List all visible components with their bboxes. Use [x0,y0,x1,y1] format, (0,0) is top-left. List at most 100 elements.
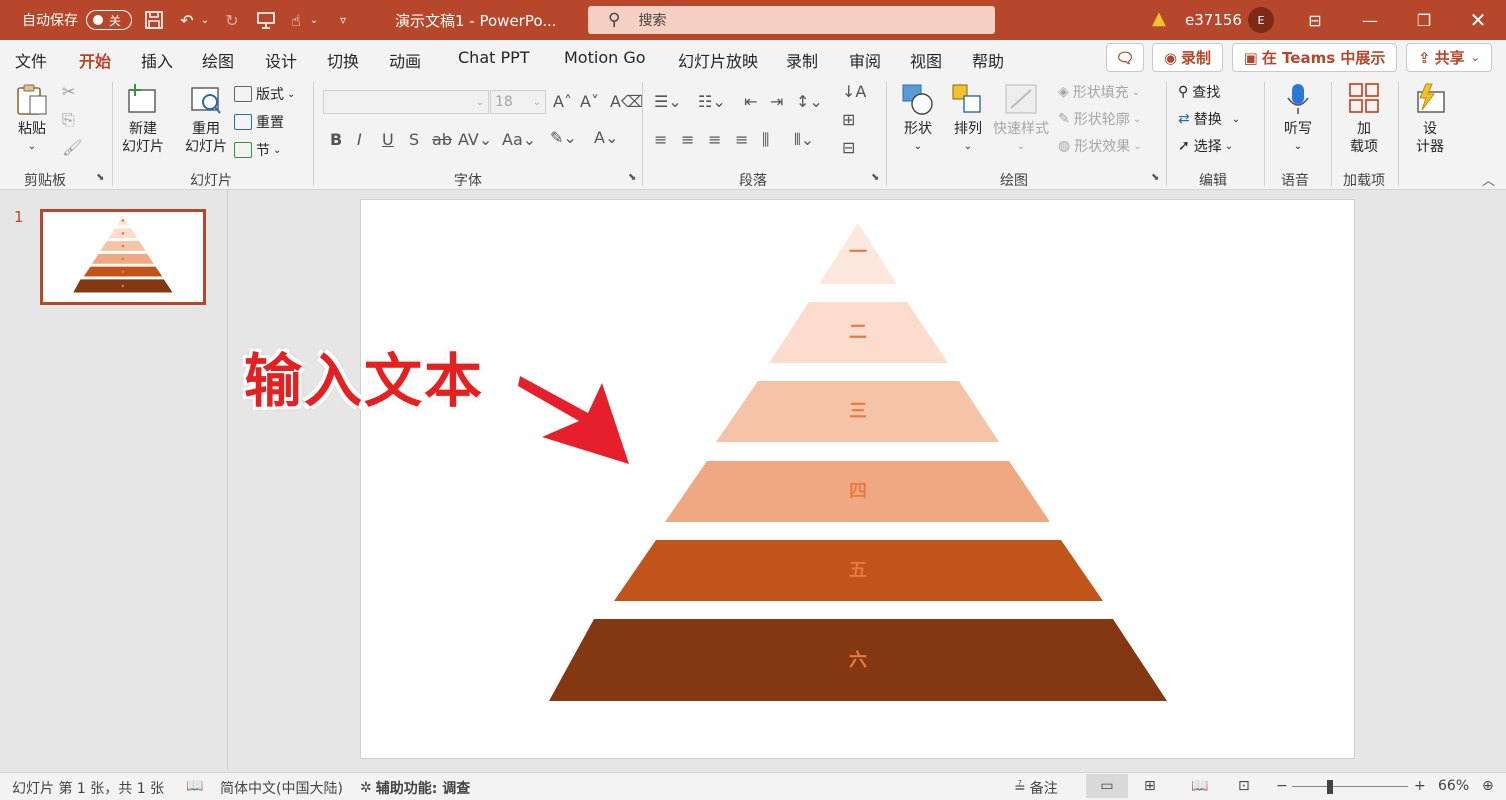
smartart-icon[interactable]: ⊟ [842,138,855,157]
align-center-icon[interactable]: ≡ [681,130,694,149]
clear-format-icon[interactable]: A⌫ [610,92,644,111]
pyramid-graphic[interactable]: 一二三四五六 [361,200,1356,760]
pyramid-label-5[interactable]: 五 [849,560,867,581]
search-input[interactable]: ⚲ 搜索 [588,6,995,34]
shape-outline-button[interactable]: ✎ 形状轮廓 ⌄ [1058,109,1141,129]
tab-insert[interactable]: 插入 [141,48,173,72]
pyramid-label-3[interactable]: 三 [849,401,867,422]
chevron-down-icon[interactable]: ⌄ [308,9,320,31]
normal-view-button[interactable]: ▭ [1086,774,1128,798]
present-in-teams-button[interactable]: ▣ 在 Teams 中展示 [1232,43,1397,72]
fit-to-window-icon[interactable]: ⊕ [1482,778,1494,794]
dialog-launcher-icon[interactable]: ⬊ [1151,172,1159,183]
dictate-button[interactable]: 听写 ⌄ [1280,82,1316,156]
share-button[interactable]: ⇪ 共享 ⌄ [1406,43,1492,72]
reuse-slides-button[interactable]: 重用 幻灯片 [185,82,227,156]
tab-review[interactable]: 审阅 [849,48,881,72]
comments-button[interactable]: 🗨 [1106,43,1144,72]
justify-icon[interactable]: ≡ [735,130,748,149]
arrange-button[interactable]: 排列 ⌄ [950,82,986,156]
decrease-indent-icon[interactable]: ⇤ [744,92,757,111]
italic-button[interactable]: I [357,130,362,149]
touch-mode-icon[interactable]: ☝ [285,9,307,31]
restore-icon[interactable]: ❐ [1401,0,1447,40]
section-button[interactable]: 节 ⌄ [234,140,281,160]
zoom-in-button[interactable]: + [1414,778,1426,794]
cut-icon[interactable]: ✂ [62,82,75,101]
undo-icon[interactable]: ↶ [176,9,198,31]
replace-button[interactable]: ⇄ 替换 ⌄ [1178,109,1240,129]
accessibility-status[interactable]: ✲ 辅助功能: 调查 [360,778,470,798]
slide-canvas[interactable]: 一二三四五六 [360,199,1355,759]
shrink-font-icon[interactable]: A˅ [580,92,599,111]
present-icon[interactable] [255,9,277,31]
autosave-toggle[interactable]: 关 [86,10,132,30]
user-name[interactable]: e37156 [1185,0,1242,40]
shapes-button[interactable]: 形状 ⌄ [900,82,936,156]
reading-view-icon[interactable]: 📖 [1191,778,1208,794]
columns-icon[interactable]: ⫴⌄ [794,130,814,150]
avatar[interactable]: E [1248,7,1274,33]
paste-button[interactable]: 粘贴 ⌄ [14,82,50,156]
increase-indent-icon[interactable]: ⇥ [770,92,783,111]
slideshow-icon[interactable]: ⊡ [1238,778,1250,794]
bullets-icon[interactable]: ☰⌄ [654,92,682,111]
spellcheck-icon[interactable]: 📖 [186,778,203,794]
tab-help[interactable]: 帮助 [972,48,1004,72]
font-color-icon[interactable]: A⌄ [594,128,618,147]
shape-fill-button[interactable]: ◈ 形状填充 ⌄ [1058,82,1140,102]
zoom-out-button[interactable]: − [1276,778,1288,794]
zoom-slider-track[interactable] [1292,786,1408,787]
chevron-down-icon[interactable]: ⌄ [199,9,211,31]
notes-button[interactable]: ≟ 备注 [1014,778,1058,798]
collapse-ribbon-icon[interactable]: ︿ [1482,170,1495,189]
close-icon[interactable]: ✕ [1455,0,1501,40]
minimize-icon[interactable]: — [1347,0,1393,40]
strikethrough-button[interactable]: ab [432,130,452,149]
tab-chatppt[interactable]: Chat PPT [458,48,530,67]
char-spacing-icon[interactable]: AV⌄ [458,130,492,149]
bold-button[interactable]: B [330,130,342,149]
select-button[interactable]: ➚ 选择 ⌄ [1178,136,1233,156]
copy-icon[interactable]: ⎘ [62,110,75,130]
dialog-launcher-icon[interactable]: ⬊ [628,172,636,183]
tab-record[interactable]: 录制 [786,48,818,72]
tab-transitions[interactable]: 切换 [327,48,359,72]
quick-styles-button[interactable]: 快速样式 ⌄ [993,82,1049,156]
addins-button[interactable]: 加 载项 [1346,82,1382,156]
language-indicator[interactable]: 简体中文(中国大陆) [220,778,343,798]
warning-icon[interactable]: ▲ [1152,8,1166,29]
grow-font-icon[interactable]: A˄ [553,92,572,111]
pyramid-label-4[interactable]: 四 [849,481,867,502]
font-size-box[interactable]: 18 ⌄ [490,90,546,114]
pyramid-label-2[interactable]: 二 [849,322,867,343]
redo-icon[interactable]: ↻ [221,9,243,31]
customize-qat-icon[interactable]: ▿ [332,9,354,31]
reset-button[interactable]: 重置 [234,112,284,132]
ribbon-display-icon[interactable]: ⊟ [1292,0,1338,40]
slide-thumbnail[interactable] [40,209,206,305]
highlight-icon[interactable]: ✎⌄ [550,128,577,147]
dialog-launcher-icon[interactable]: ⬊ [96,172,104,183]
tab-animations[interactable]: 动画 [389,48,421,72]
align-right-icon[interactable]: ≡ [708,130,721,149]
change-case-icon[interactable]: Aa⌄ [502,130,536,149]
line-spacing-icon[interactable]: ↕⌄ [796,92,823,111]
align-text-icon[interactable]: ⊞ [842,110,855,129]
distributed-icon[interactable]: ⫼ [762,130,769,150]
tab-slideshow[interactable]: 幻灯片放映 [678,48,758,72]
record-button[interactable]: ◉ 录制 [1152,43,1223,72]
tab-home[interactable]: 开始 [79,48,112,79]
pyramid-label-1[interactable]: 一 [849,242,867,263]
tab-file[interactable]: 文件 [15,48,47,72]
tab-view[interactable]: 视图 [910,48,942,72]
pyramid-label-6[interactable]: 六 [849,649,867,671]
tab-design[interactable]: 设计 [265,48,297,72]
zoom-level[interactable]: 66% [1438,778,1469,794]
zoom-slider-thumb[interactable] [1327,780,1333,794]
text-direction-icon[interactable]: ↓A [842,82,866,101]
underline-button[interactable]: U [382,130,394,149]
tab-draw[interactable]: 绘图 [202,48,234,72]
layout-button[interactable]: 版式 ⌄ [234,84,295,104]
align-left-icon[interactable]: ≡ [654,130,667,149]
